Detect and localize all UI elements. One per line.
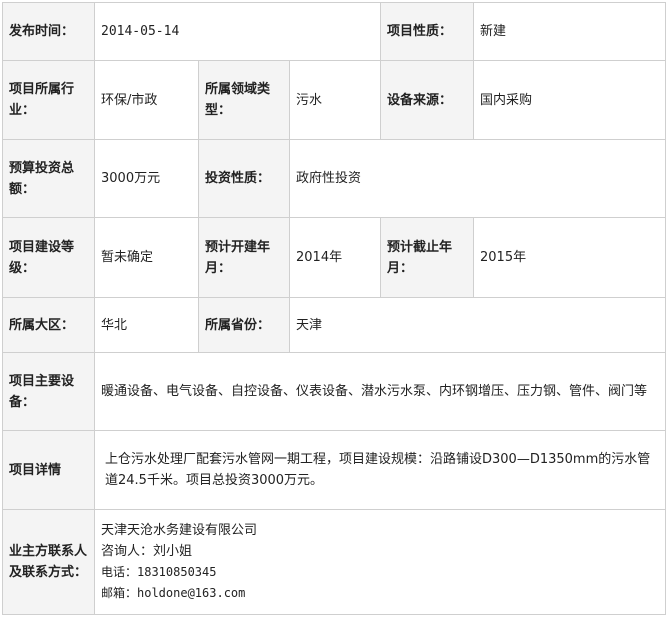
province-label: 所属省份： — [198, 297, 290, 353]
investment-nature-label: 投资性质： — [198, 139, 290, 218]
contact-email: 邮箱：holdone@163.com — [101, 586, 246, 600]
industry-label: 项目所属行业： — [2, 60, 95, 140]
budget-value: 3000万元 — [94, 139, 199, 218]
domain-label: 所属领域类型： — [198, 60, 290, 140]
details-value: 上仓污水处理厂配套污水管网一期工程，项目建设规模：沿路铺设D300—D1350m… — [93, 430, 667, 510]
publish-time-value: 2014-05-14 — [93, 2, 382, 61]
table-row: 项目主要设备： 暖通设备、电气设备、自控设备、仪表设备、潜水污水泵、内环钢增压、… — [2, 352, 667, 431]
domain-value: 污水 — [288, 60, 382, 140]
planned-start-label: 预计开建年月： — [198, 217, 290, 298]
contact-company: 天津天沧水务建设有限公司 — [101, 523, 258, 538]
construction-level-value: 暂未确定 — [94, 217, 199, 298]
project-nature-value: 新建 — [473, 2, 667, 61]
contact-phone: 电话：18310850345 — [101, 565, 217, 579]
main-equipment-value: 暖通设备、电气设备、自控设备、仪表设备、潜水污水泵、内环钢增压、压力钢、管件、阀… — [93, 352, 667, 431]
table-row: 所属大区： 华北 所属省份： 天津 — [2, 297, 667, 353]
table-row: 项目所属行业： 环保/市政 所属领域类型： 污水 设备来源： 国内采购 — [2, 60, 667, 140]
project-nature-label: 项目性质： — [380, 2, 475, 61]
equipment-source-label: 设备来源： — [380, 60, 475, 140]
planned-end-label: 预计截止年月： — [380, 217, 475, 298]
region-label: 所属大区： — [2, 297, 95, 353]
contact-consultant: 咨询人：刘小姐 — [101, 544, 193, 559]
details-label: 项目详情 — [2, 430, 95, 510]
planned-start-value: 2014年 — [288, 217, 382, 298]
publish-time-label: 发布时间： — [2, 2, 95, 61]
region-value: 华北 — [94, 297, 199, 353]
equipment-source-value: 国内采购 — [473, 60, 667, 140]
contact-label: 业主方联系人及联系方式： — [2, 509, 95, 615]
construction-level-label: 项目建设等级： — [2, 217, 95, 298]
investment-nature-value: 政府性投资 — [288, 139, 667, 218]
table-row: 业主方联系人及联系方式： 天津天沧水务建设有限公司 咨询人：刘小姐 电话：183… — [2, 509, 667, 615]
table-row: 项目建设等级： 暂未确定 预计开建年月： 2014年 预计截止年月： 2015年 — [2, 217, 667, 298]
table-row: 发布时间： 2014-05-14 项目性质： 新建 — [2, 2, 667, 61]
table-row: 预算投资总额： 3000万元 投资性质： 政府性投资 — [2, 139, 667, 218]
table-row: 项目详情 上仓污水处理厂配套污水管网一期工程，项目建设规模：沿路铺设D300—D… — [2, 430, 667, 510]
province-value: 天津 — [288, 297, 667, 353]
project-info-table: 发布时间： 2014-05-14 项目性质： 新建 项目所属行业： 环保/市政 … — [2, 2, 667, 615]
budget-label: 预算投资总额： — [2, 139, 95, 218]
main-equipment-label: 项目主要设备： — [2, 352, 95, 431]
planned-end-value: 2015年 — [473, 217, 667, 298]
industry-value: 环保/市政 — [94, 60, 199, 140]
contact-value: 天津天沧水务建设有限公司 咨询人：刘小姐 电话：18310850345 邮箱：h… — [93, 509, 667, 615]
project-info-page: 发布时间： 2014-05-14 项目性质： 新建 项目所属行业： 环保/市政 … — [0, 0, 668, 621]
